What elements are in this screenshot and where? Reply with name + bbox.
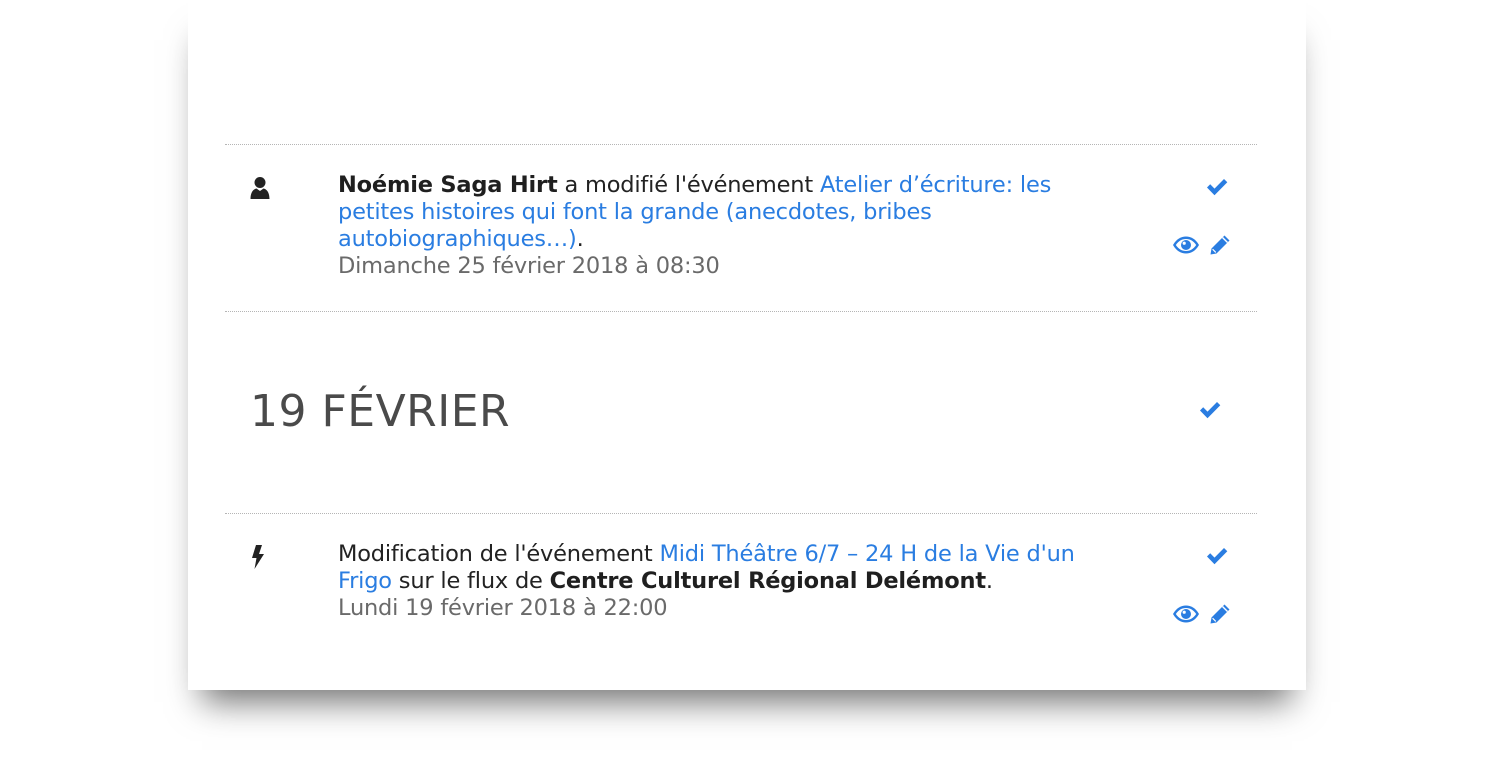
user-icon xyxy=(250,176,270,204)
source-name: Centre Culturel Régional Delémont xyxy=(549,568,986,594)
actor-name[interactable]: Noémie Saga Hirt xyxy=(338,172,558,198)
check-icon xyxy=(1205,548,1229,571)
activity-entry-1: Noémie Saga Hirt a modifié l'événement A… xyxy=(338,172,1078,280)
day-heading: 19 FÉVRIER xyxy=(250,386,511,437)
action-text: Modification de l'événement xyxy=(338,541,660,567)
suffix: . xyxy=(985,568,993,594)
eye-icon xyxy=(1172,605,1200,629)
bolt-icon xyxy=(251,544,265,574)
view-button[interactable] xyxy=(1172,603,1200,625)
view-button[interactable] xyxy=(1172,234,1200,256)
page: Noémie Saga Hirt a modifié l'événement A… xyxy=(0,0,1500,784)
suffix: . xyxy=(576,226,584,252)
divider-bottom xyxy=(225,513,1257,514)
eye-icon xyxy=(1172,236,1200,260)
edit-button[interactable] xyxy=(1208,602,1232,626)
divider-middle xyxy=(225,311,1257,312)
entry-date: Dimanche 25 février 2018 à 08:30 xyxy=(338,253,720,279)
edit-button[interactable] xyxy=(1208,233,1232,257)
middle-text: sur le flux de xyxy=(391,568,550,594)
mark-day-read-button[interactable] xyxy=(1198,399,1222,421)
activity-entry-2: Modification de l'événement Midi Théâtre… xyxy=(338,541,1078,622)
check-icon xyxy=(1205,179,1229,202)
mark-read-button[interactable] xyxy=(1205,176,1229,198)
pencil-icon xyxy=(1208,604,1232,630)
entry-date: Lundi 19 février 2018 à 22:00 xyxy=(338,595,668,621)
action-text: a modifié l'événement xyxy=(557,172,820,198)
divider-top xyxy=(225,144,1257,145)
check-icon xyxy=(1198,402,1222,425)
pencil-icon xyxy=(1208,235,1232,261)
mark-read-button[interactable] xyxy=(1205,545,1229,567)
